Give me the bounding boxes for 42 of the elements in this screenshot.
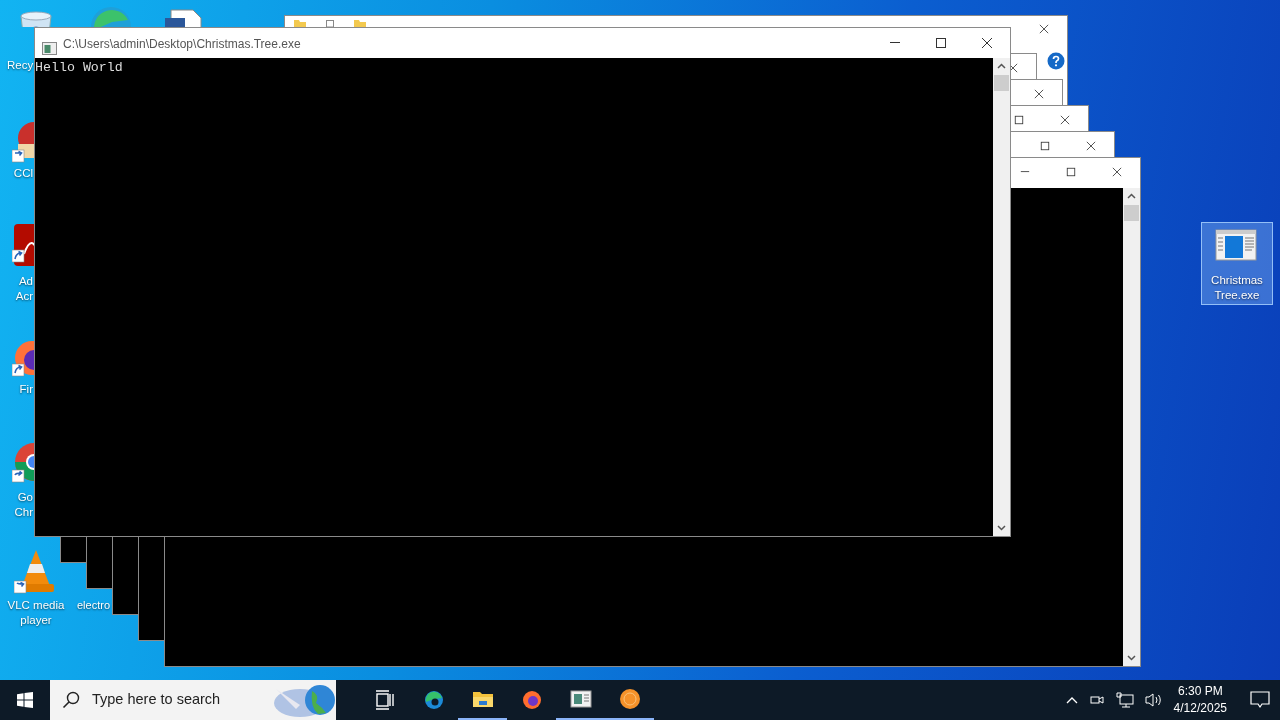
close-button[interactable] xyxy=(1086,141,1096,151)
scrollbar[interactable] xyxy=(993,58,1010,536)
scroll-thumb[interactable] xyxy=(1124,205,1139,221)
restore-button[interactable] xyxy=(1066,167,1076,177)
windows-logo-icon xyxy=(16,692,33,708)
close-icon xyxy=(981,37,993,49)
task-view-icon xyxy=(373,689,396,711)
clock[interactable]: 6:30 PM 4/12/2025 xyxy=(1173,683,1227,717)
restore-button[interactable] xyxy=(1040,141,1050,151)
search-icon xyxy=(62,691,80,709)
close-button[interactable] xyxy=(1060,115,1070,125)
desktop-icon-label[interactable]: Ad Acr xyxy=(0,274,33,304)
round-app-icon xyxy=(618,688,641,710)
desktop-icon-label[interactable]: electro xyxy=(77,598,111,613)
close-button[interactable] xyxy=(1034,89,1044,99)
desktop-icon-label[interactable]: CCl xyxy=(0,166,33,181)
desktop-icon-label[interactable]: Fir xyxy=(0,382,33,397)
notification-icon[interactable] xyxy=(1250,691,1270,709)
close-button[interactable] xyxy=(1112,167,1122,177)
close-button[interactable] xyxy=(1039,24,1049,34)
document-icon[interactable] xyxy=(163,8,203,27)
maximize-icon xyxy=(935,37,947,49)
restore-button[interactable] xyxy=(1014,115,1024,125)
chevron-up-icon[interactable] xyxy=(1065,696,1078,704)
network-icon[interactable] xyxy=(1115,692,1134,708)
desktop-icon-label[interactable]: Go Chr xyxy=(0,490,33,520)
search-field[interactable]: Type here to search xyxy=(90,688,255,712)
edge-icon xyxy=(422,689,445,711)
console-app-icon xyxy=(42,42,57,56)
console-output: Hello World xyxy=(35,60,123,75)
scroll-thumb[interactable] xyxy=(994,75,1009,91)
desktop-icon-label[interactable]: Recy xyxy=(7,58,34,73)
program-window-icon[interactable] xyxy=(1215,228,1257,262)
window-title: C:\Users\admin\Desktop\Christmas.Tree.exe xyxy=(63,36,301,53)
scrollbar[interactable] xyxy=(1123,188,1140,666)
help-icon[interactable] xyxy=(1047,51,1065,70)
firefox-icon xyxy=(520,689,543,711)
desktop-icon-label[interactable]: Christmas Tree.exe xyxy=(1202,273,1272,303)
app-window-icon xyxy=(569,688,592,710)
speaker-icon[interactable] xyxy=(1144,692,1163,708)
search-box[interactable]: Type here to search xyxy=(50,680,336,720)
desktop-icon-label[interactable]: VLC media player xyxy=(0,598,72,628)
